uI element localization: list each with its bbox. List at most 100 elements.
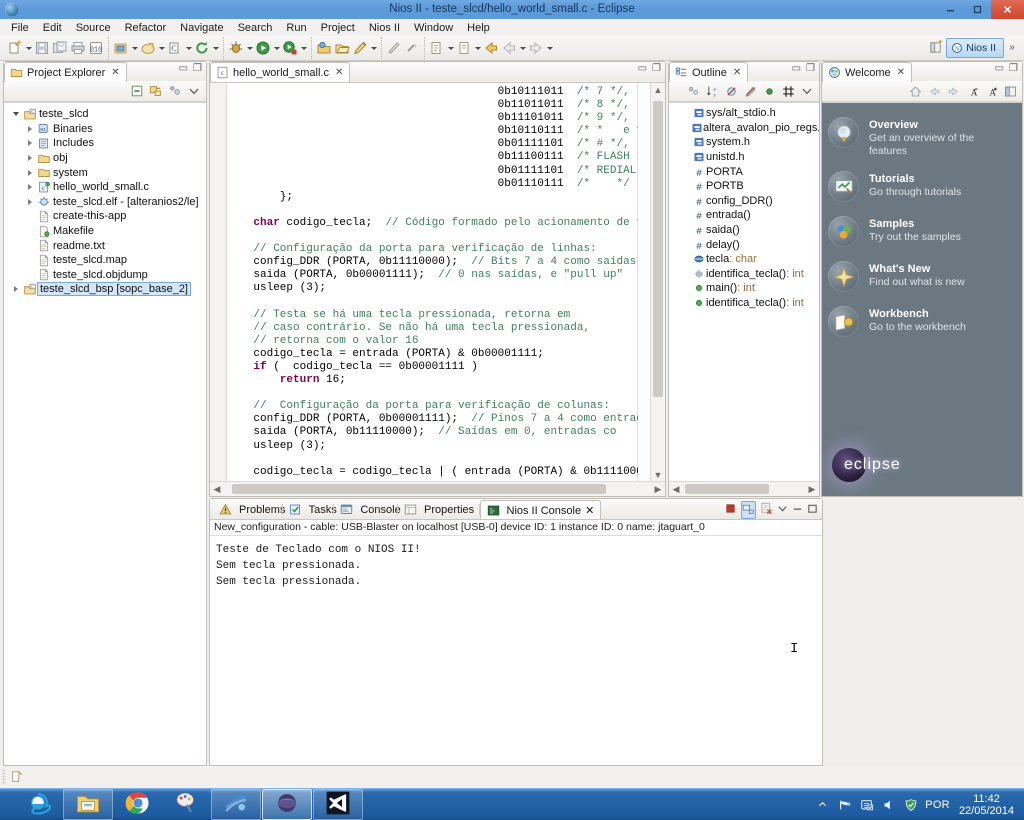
outline-item[interactable]: # entrada() <box>669 208 819 223</box>
outline-item[interactable]: main() : int <box>669 281 819 296</box>
next-annotation-icon[interactable] <box>385 39 403 57</box>
view-chevron-icon[interactable] <box>186 83 202 99</box>
menu-source[interactable]: Source <box>69 21 118 35</box>
run-icon[interactable] <box>254 39 272 57</box>
open-resource-icon[interactable] <box>333 39 351 57</box>
save-all-icon[interactable] <box>51 39 69 57</box>
tab-welcome[interactable]: Welcome ✕ <box>822 62 913 82</box>
chevron-right-icon[interactable] <box>24 140 36 147</box>
maximize-icon[interactable]: ❐ <box>193 64 202 74</box>
scroll-left-arrow[interactable]: ◀ <box>669 482 683 496</box>
back-yellow-icon[interactable] <box>482 39 500 57</box>
editor-vertical-thumb[interactable] <box>653 101 663 397</box>
taskbar-item-internet-explorer[interactable] <box>14 790 62 819</box>
forward-icon[interactable] <box>945 83 961 99</box>
view-chevron-icon[interactable] <box>777 503 788 517</box>
menu-edit[interactable]: Edit <box>36 21 69 35</box>
clear-console-icon[interactable] <box>760 502 773 518</box>
tree-item[interactable]: 01 Binaries <box>4 122 206 137</box>
new-c-project-icon[interactable]: C <box>166 39 184 57</box>
close-icon[interactable]: ✕ <box>335 67 343 78</box>
build-project-icon[interactable] <box>139 39 157 57</box>
menu-run[interactable]: Run <box>279 21 313 35</box>
back-arrow-dropdown[interactable] <box>518 39 527 57</box>
minimize-icon[interactable]: ▭ <box>638 64 647 74</box>
build-all-icon[interactable] <box>112 39 130 57</box>
welcome-item[interactable]: What's New Find out what is new <box>822 261 1022 292</box>
view-chevron-icon[interactable] <box>799 83 815 99</box>
editor-vertical-scrollbar[interactable]: ▲ ▼ <box>650 83 665 482</box>
new-wizard-icon[interactable] <box>6 39 24 57</box>
run-last-tool-dropdown[interactable] <box>299 39 308 57</box>
taskbar-item-file-explorer[interactable] <box>63 789 113 820</box>
editor-marker-ruler[interactable] <box>210 83 227 496</box>
menu-file[interactable]: File <box>4 21 36 35</box>
editor-horizontal-thumb[interactable] <box>232 484 606 494</box>
console-tab-nios-ii-console[interactable]: Nios II Console ✕ <box>479 500 602 520</box>
back-arrow-icon[interactable] <box>500 39 518 57</box>
forward-arrow-icon[interactable] <box>527 39 545 57</box>
sort-icon[interactable] <box>685 83 701 99</box>
menu-nios-ii[interactable]: Nios II <box>362 21 407 35</box>
tree-item[interactable]: c hello_world_small.c <box>4 180 206 195</box>
tree-item[interactable]: Cteste_slcd_bsp [sopc_base_2] <box>4 282 206 297</box>
debug-dropdown[interactable] <box>245 39 254 57</box>
alpha-sort-icon[interactable]: az <box>704 83 720 99</box>
tree-item[interactable]: obj <box>4 151 206 166</box>
tree-item[interactable]: Makefile <box>4 224 206 239</box>
menu-help[interactable]: Help <box>460 21 497 35</box>
hide-fields-icon[interactable] <box>723 83 739 99</box>
previous-edit-dropdown[interactable] <box>473 39 482 57</box>
perspective-tab-nios-ii[interactable]: N Nios II <box>946 37 1004 58</box>
terminate-icon[interactable] <box>724 502 737 518</box>
clock[interactable]: 11:42 22/05/2014 <box>957 793 1020 817</box>
outline-item[interactable]: altera_avalon_pio_regs.h <box>669 121 819 136</box>
outline-item[interactable]: identifica_tecla() : int <box>669 267 819 282</box>
editor-body[interactable]: 0b10111011 /* 7 */, 0b11011011 /* 8 */, … <box>210 82 665 496</box>
new-wizard-dropdown[interactable] <box>24 39 33 57</box>
chevron-right-icon[interactable] <box>24 198 36 205</box>
next-edit-icon[interactable] <box>428 39 446 57</box>
maximize-icon[interactable]: ❐ <box>1009 64 1018 74</box>
outline-item[interactable]: tecla : char <box>669 252 819 267</box>
menu-search[interactable]: Search <box>231 21 280 35</box>
welcome-item[interactable]: Overview Get an overview of the features <box>822 117 1022 157</box>
run-last-tool-icon[interactable] <box>281 39 299 57</box>
maximize-button[interactable] <box>964 0 991 19</box>
minimize-icon[interactable]: ▭ <box>179 64 188 74</box>
welcome-item[interactable]: Samples Try out the samples <box>822 216 1022 247</box>
collapse-all-icon[interactable] <box>129 83 145 99</box>
close-icon[interactable]: ✕ <box>733 67 741 78</box>
volume-icon[interactable] <box>881 797 896 812</box>
project-explorer-tree[interactable]: Cteste_slcd 01 Binaries Includes obj system c h… <box>4 102 206 765</box>
scroll-right-arrow[interactable]: ▶ <box>651 482 665 496</box>
search-pencil-icon[interactable] <box>351 39 369 57</box>
outline-item[interactable]: identifica_tecla() : int <box>669 296 819 311</box>
focus-icon[interactable] <box>780 83 796 99</box>
previous-annotation-icon[interactable] <box>403 39 421 57</box>
chevron-right-icon[interactable] <box>24 184 36 191</box>
console-body[interactable]: New_configuration - cable: USB-Blaster o… <box>210 519 822 765</box>
print-icon[interactable] <box>69 39 87 57</box>
minimize-icon[interactable]: ▭ <box>792 64 801 74</box>
outline-item[interactable]: # config_DDR() <box>669 194 819 209</box>
language-indicator[interactable]: POR <box>925 799 950 811</box>
scroll-left-arrow[interactable]: ◀ <box>210 482 224 496</box>
outline-item[interactable]: system.h <box>669 135 819 150</box>
tree-item[interactable]: teste_slcd.objdump <box>4 268 206 283</box>
welcome-item[interactable]: Workbench Go to the workbench <box>822 306 1022 337</box>
run-dropdown[interactable] <box>272 39 281 57</box>
console-tab-properties[interactable]: Properties <box>398 500 480 519</box>
security-icon[interactable] <box>903 797 918 812</box>
chevron-down-icon[interactable] <box>10 112 22 117</box>
tree-item[interactable]: readme.txt <box>4 238 206 253</box>
chevron-right-icon[interactable] <box>24 169 36 176</box>
taskbar-item-visual-studio[interactable] <box>313 789 363 820</box>
tab-hello-world-small-c[interactable]: c hello_world_small.c ✕ <box>210 62 351 82</box>
taskbar-item-paint[interactable] <box>162 790 210 819</box>
scroll-up-arrow[interactable]: ▲ <box>651 83 665 97</box>
minimize-icon[interactable]: ▭ <box>995 64 1004 74</box>
view-menu-icon[interactable] <box>167 83 183 99</box>
outline-horizontal-scrollbar[interactable]: ◀ ▶ <box>669 481 819 496</box>
outline-item[interactable]: sys/alt_stdio.h <box>669 106 819 121</box>
